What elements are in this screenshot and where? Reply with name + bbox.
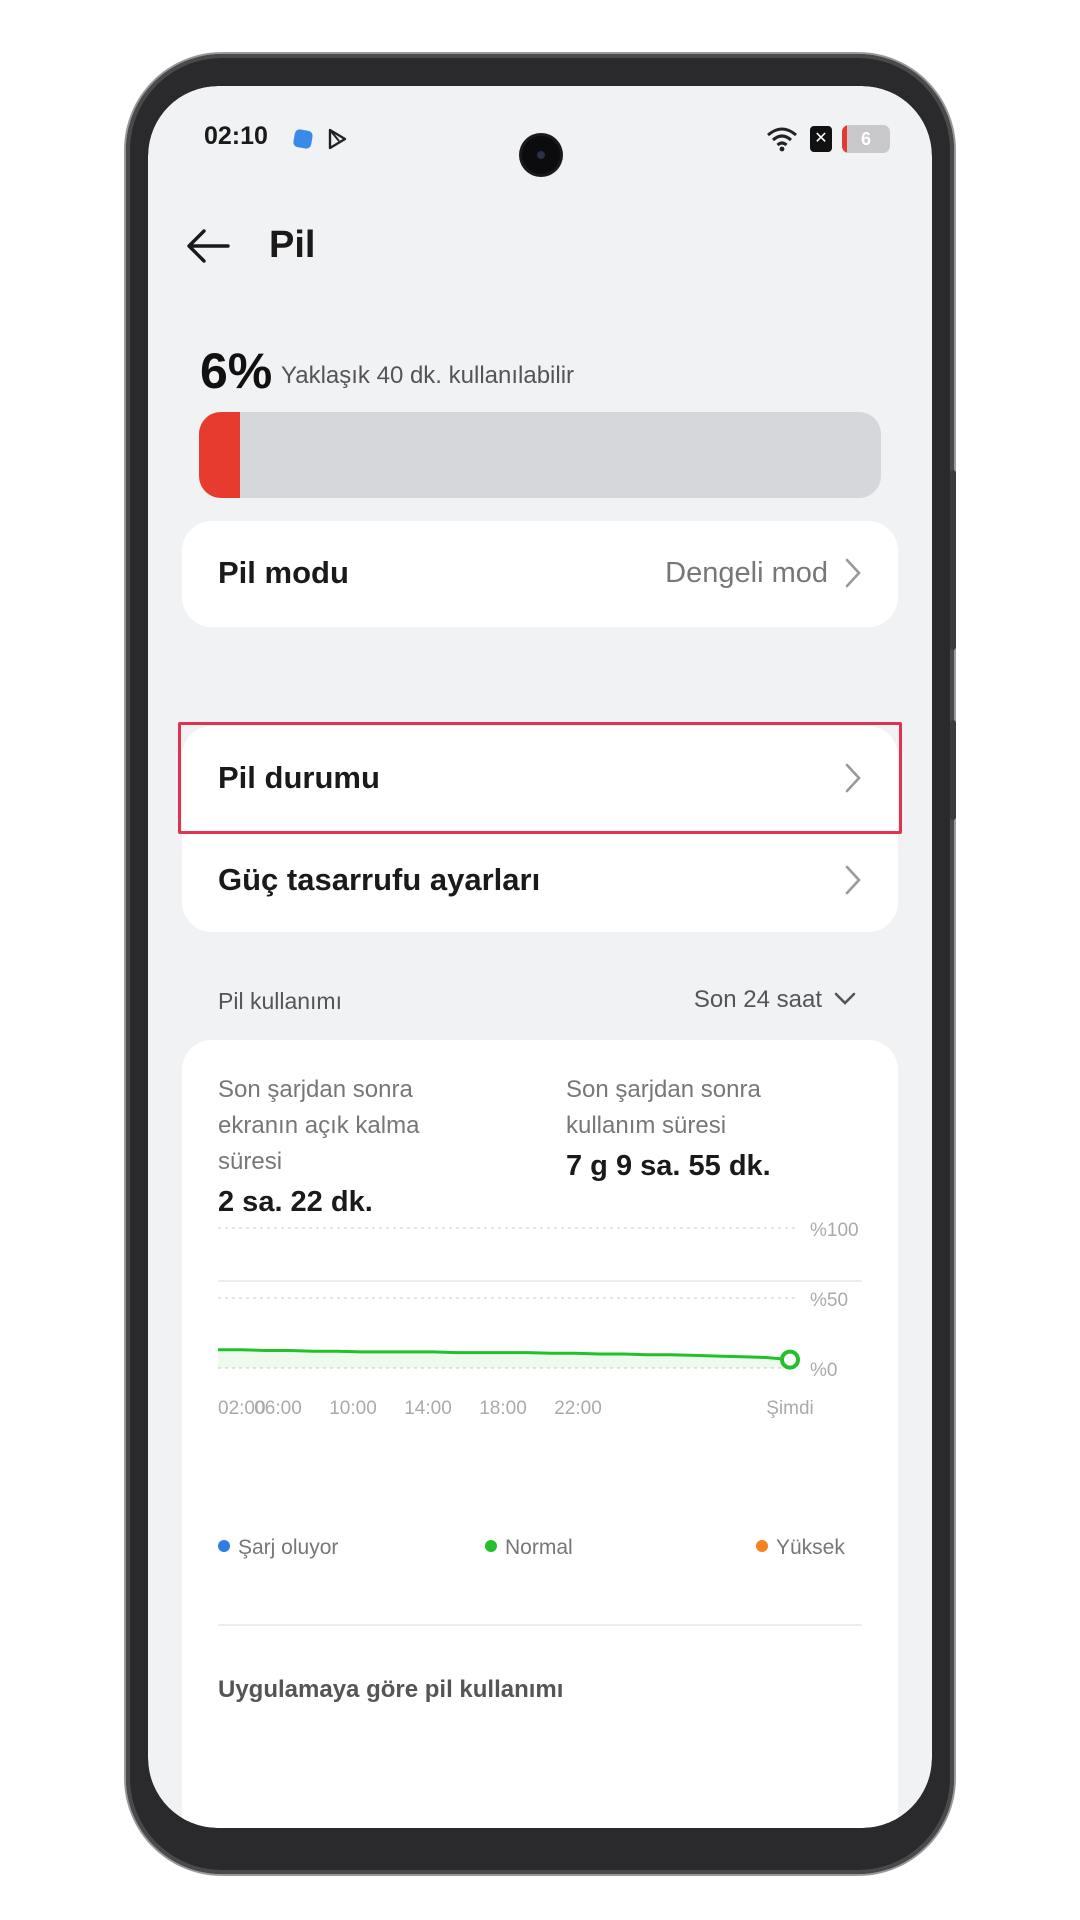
legend-charging-label: Şarj oluyor xyxy=(238,1536,339,1559)
chart-y-tick-label: %0 xyxy=(810,1360,837,1381)
chart-y-tick-label: %50 xyxy=(810,1290,848,1311)
page-title: Pil xyxy=(269,224,316,266)
wifi-icon xyxy=(767,127,797,152)
battery-mode-label: Pil modu xyxy=(218,555,349,590)
legend-high-label: Yüksek xyxy=(776,1536,845,1559)
battery-mode-value: Dengeli mod xyxy=(665,557,828,589)
app-notification-icon xyxy=(292,128,314,150)
usage-time-label: Son şarjdan sonra kullanım süresi xyxy=(566,1076,761,1139)
legend-normal-label: Normal xyxy=(505,1536,573,1559)
legend-charging: Şarj oluyor xyxy=(218,1536,338,1560)
phone-screen: 02:10 ✕ 6 Pil 6% Yaklaşık 40 dk. kullanı… xyxy=(148,86,932,1828)
chart-x-tick-label: Şimdi xyxy=(766,1398,814,1419)
battery-mode-card: Pil modu Dengeli mod xyxy=(182,521,898,627)
legend-high-dot xyxy=(756,1540,768,1552)
power-saving-settings-row[interactable]: Güç tasarrufu ayarları xyxy=(182,828,898,934)
chart-y-tick-label: %100 xyxy=(810,1220,859,1241)
power-saving-settings-label: Güç tasarrufu ayarları xyxy=(218,862,541,897)
app-usage-title: Uygulamaya göre pil kullanımı xyxy=(218,1676,564,1703)
chart-x-tick-label: 10:00 xyxy=(329,1398,377,1419)
no-sim-icon: ✕ xyxy=(810,126,832,152)
battery-level-fill xyxy=(199,412,240,498)
battery-mode-row[interactable]: Pil modu Dengeli mod xyxy=(182,521,898,627)
side-button xyxy=(950,470,956,650)
legend-high: Yüksek xyxy=(756,1536,845,1560)
highlight-box xyxy=(178,722,902,834)
play-store-icon xyxy=(328,128,347,150)
screen-on-time-label: Son şarjdan sonra ekranın açık kalma sür… xyxy=(218,1076,420,1175)
chart-x-tick-label: 06:00 xyxy=(254,1398,302,1419)
chevron-right-icon xyxy=(845,558,861,588)
back-arrow-icon[interactable] xyxy=(184,226,232,266)
battery-settings-page: 02:10 ✕ 6 Pil 6% Yaklaşık 40 dk. kullanı… xyxy=(148,86,932,1828)
side-button xyxy=(950,720,956,820)
chevron-right-icon xyxy=(845,865,861,895)
battery-level-bar xyxy=(199,412,881,498)
chart-current-point xyxy=(780,1349,800,1370)
battery-usage-chart: %100%50%002:0006:00 10:00 14:00 18:00 22:00 Ş… xyxy=(218,1220,859,1419)
legend-normal-dot xyxy=(485,1540,497,1552)
battery-usage-title: Pil kullanımı xyxy=(218,988,342,1014)
legend-charging-dot xyxy=(218,1540,230,1552)
usage-time-value: 7 g 9 sa. 55 dk. xyxy=(566,1150,771,1182)
divider xyxy=(218,1624,862,1626)
front-camera xyxy=(522,136,560,174)
chart-x-tick-label: 14:00 xyxy=(404,1398,452,1419)
status-bar: 02:10 ✕ 6 xyxy=(148,118,932,174)
status-time: 02:10 xyxy=(204,122,268,150)
chart-x-tick-label: 22:00 xyxy=(554,1398,602,1419)
battery-percent: 6% xyxy=(200,343,273,399)
header: Pil xyxy=(148,206,932,286)
legend-normal: Normal xyxy=(485,1536,573,1560)
usage-range-dropdown[interactable]: Son 24 saat xyxy=(694,986,822,1014)
battery-remaining-time: Yaklaşık 40 dk. kullanılabilir xyxy=(281,362,575,389)
chevron-down-icon[interactable] xyxy=(834,992,856,1006)
chart-x-tick-label: 18:00 xyxy=(479,1398,527,1419)
battery-status-level: 6 xyxy=(860,129,871,149)
battery-status-icon: 6 xyxy=(842,125,890,153)
